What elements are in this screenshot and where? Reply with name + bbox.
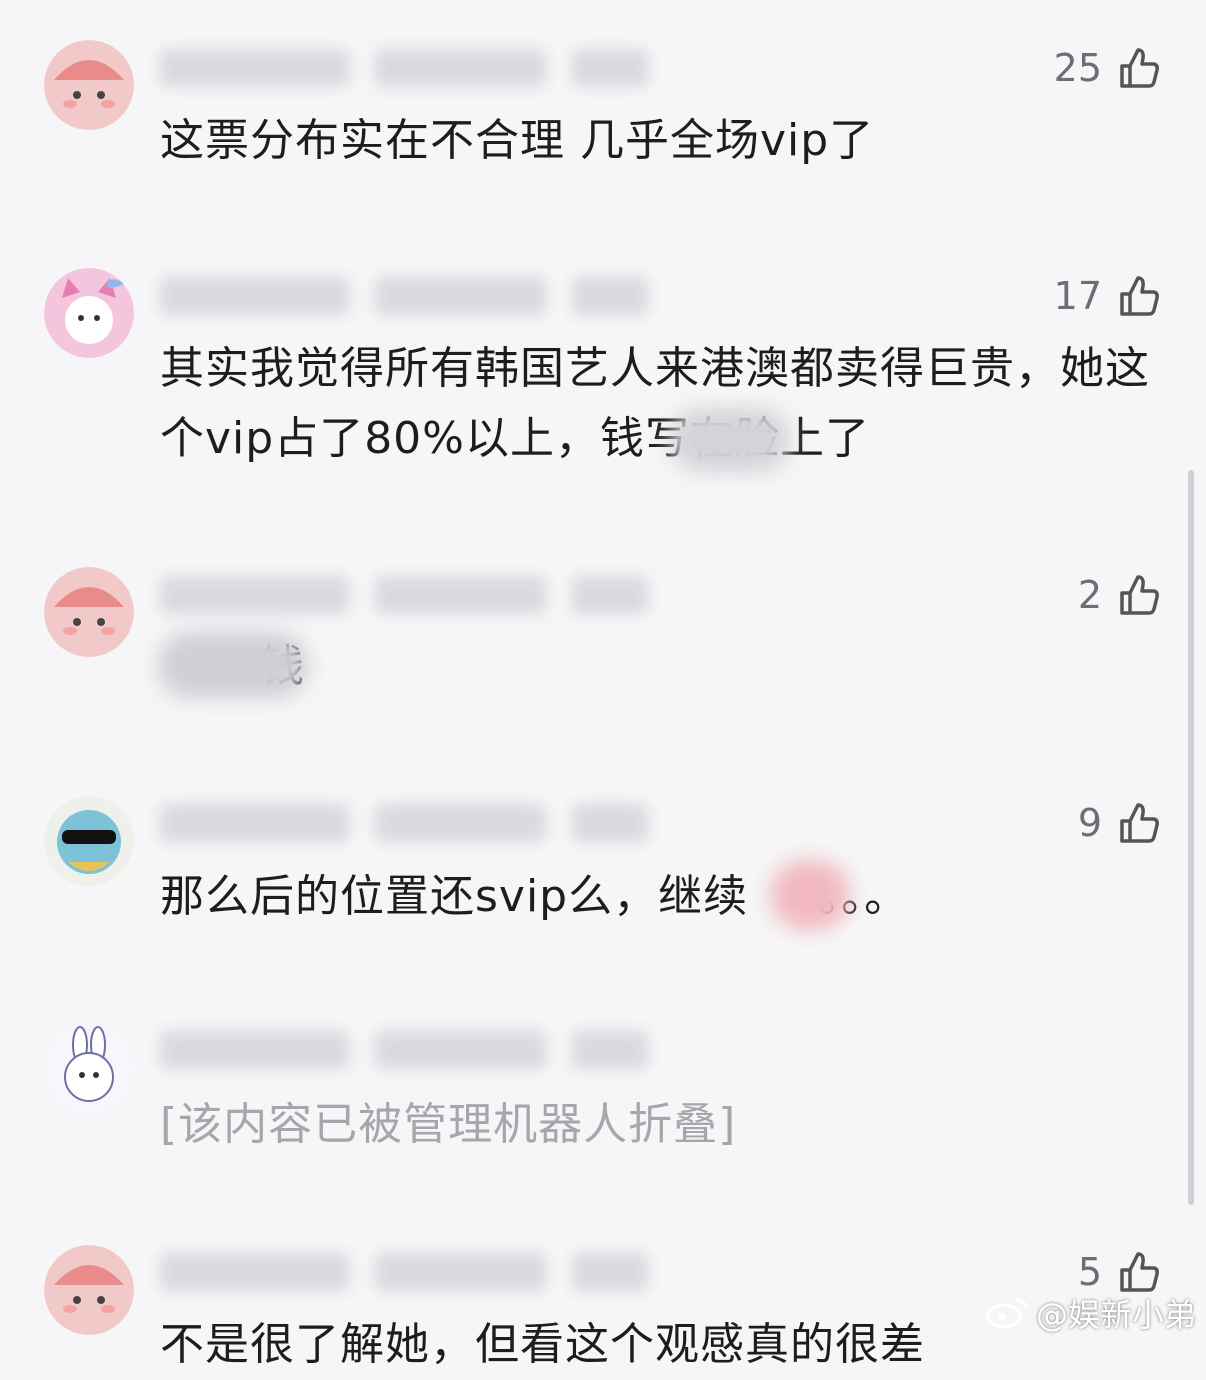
thumbs-up-icon bbox=[1120, 575, 1159, 615]
watermark: @娱新小弟 bbox=[986, 1290, 1196, 1336]
like-count: 9 bbox=[1077, 801, 1102, 845]
comment-folded-notice[interactable]: [该内容已被管理机器人折叠] bbox=[160, 1090, 1162, 1160]
comment-text: 那么后的位置还svip么，继续。。。 bbox=[160, 862, 1162, 932]
scrollbar[interactable] bbox=[1188, 470, 1194, 1205]
like-button[interactable]: 25 bbox=[1054, 44, 1162, 92]
comment-meta: xxxxxxxxxxxxxxxxxxxxxxx bbox=[160, 803, 648, 843]
watermark-text: @娱新小弟 bbox=[1035, 1296, 1196, 1334]
like-button[interactable]: 9 bbox=[1078, 799, 1162, 847]
like-button[interactable]: 2 bbox=[1078, 571, 1162, 619]
like-count: 25 bbox=[1053, 46, 1102, 90]
thumbs-up-icon bbox=[1120, 276, 1159, 316]
like-button[interactable]: 17 bbox=[1054, 272, 1162, 320]
redaction-blur bbox=[770, 860, 850, 930]
comment-text: 钱 bbox=[160, 632, 1162, 702]
like-button[interactable]: 5 bbox=[1078, 1248, 1162, 1296]
comment-meta: xxxxxxxxxxxxxxxxxxxxxxx bbox=[160, 575, 648, 615]
thumbs-up-icon bbox=[1120, 803, 1159, 843]
like-count: 17 bbox=[1053, 274, 1102, 318]
thumbs-up-icon bbox=[1120, 48, 1159, 88]
comment-meta: xxxxxxxxxxxxxxxxxxxxxxx bbox=[160, 1030, 648, 1070]
avatar[interactable] bbox=[44, 268, 134, 358]
comment-meta: xxxxxxxxxxxxxxxxxxxxxxx bbox=[160, 48, 648, 88]
thumbs-up-icon bbox=[1120, 1252, 1159, 1292]
comment-meta: xxxxxxxxxxxxxxxxxxxxxxx bbox=[160, 1252, 648, 1292]
comment-text: 这票分布实在不合理 几乎全场vip了 bbox=[160, 115, 875, 166]
avatar[interactable] bbox=[44, 40, 134, 130]
redaction-blur bbox=[158, 632, 308, 698]
avatar[interactable] bbox=[44, 1245, 134, 1335]
like-count: 2 bbox=[1077, 573, 1102, 617]
avatar[interactable] bbox=[44, 1023, 134, 1113]
avatar[interactable] bbox=[44, 567, 134, 657]
comment-meta: xxxxxxxxxxxxxxxxxxxxxxx bbox=[160, 276, 648, 316]
weibo-logo-icon bbox=[986, 1298, 1028, 1329]
avatar[interactable] bbox=[44, 796, 134, 886]
like-count: 5 bbox=[1077, 1250, 1102, 1294]
comment-text-main: 那么后的位置还svip么，继续 bbox=[160, 871, 749, 922]
redaction-blur bbox=[670, 408, 790, 472]
comment-text: 其实我觉得所有韩国艺人来港澳都卖得巨贵，她这个vip占了80%以上，钱写在脸上了 bbox=[160, 334, 1162, 474]
